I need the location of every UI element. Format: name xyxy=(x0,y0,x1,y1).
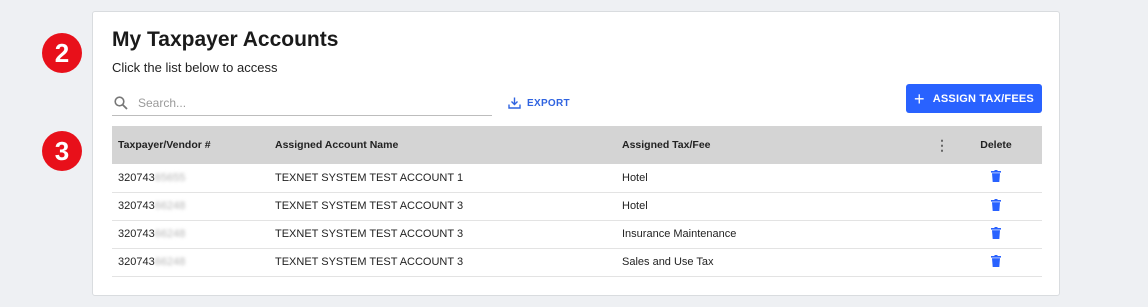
column-header-vendor[interactable]: Taxpayer/Vendor # xyxy=(112,126,269,164)
trash-icon[interactable] xyxy=(991,254,1001,270)
taxpayer-accounts-card: My Taxpayer Accounts Click the list belo… xyxy=(92,11,1060,296)
account-name-cell: TEXNET SYSTEM TEST ACCOUNT 3 xyxy=(275,200,464,212)
trash-icon[interactable] xyxy=(991,198,1001,214)
search-icon xyxy=(114,96,128,110)
vendor-number-cell: 32074365655 xyxy=(112,164,269,192)
account-name-cell: TEXNET SYSTEM TEST ACCOUNT 3 xyxy=(275,228,464,240)
vendor-number-prefix: 320743 xyxy=(118,200,155,212)
vendor-number-cell: 32074366248 xyxy=(112,220,269,248)
vendor-number-prefix: 320743 xyxy=(118,256,155,268)
page-subtitle: Click the list below to access xyxy=(112,60,278,75)
vendor-number-prefix: 320743 xyxy=(118,171,155,184)
vendor-number-masked: 66248 xyxy=(154,256,186,268)
trash-icon[interactable] xyxy=(991,226,1001,242)
delete-cell xyxy=(950,192,1042,220)
vendor-number-cell: 32074366248 xyxy=(112,248,269,276)
tax-fee-cell: Hotel xyxy=(622,200,648,212)
tax-fee-cell: Sales and Use Tax xyxy=(622,256,714,268)
kebab-menu-icon[interactable]: ⋮ xyxy=(934,126,950,164)
trash-icon[interactable] xyxy=(991,170,1001,185)
page-title: My Taxpayer Accounts xyxy=(112,28,339,51)
search-input[interactable] xyxy=(136,95,470,111)
taxpayer-accounts-table: Taxpayer/Vendor # Assigned Account Name … xyxy=(112,126,1042,277)
assign-label: ASSIGN TAX/FEES xyxy=(932,92,1034,105)
vendor-number-prefix: 320743 xyxy=(118,228,155,240)
table-row[interactable]: 32074365655 TEXNET SYSTEM TEST ACCOUNT 1… xyxy=(112,164,1042,192)
export-label: EXPORT xyxy=(527,97,570,109)
table-header-row: Taxpayer/Vendor # Assigned Account Name … xyxy=(112,126,1042,164)
tax-fee-cell: Insurance Maintenance xyxy=(622,228,737,240)
tax-fee-cell: Hotel xyxy=(622,171,648,184)
column-header-account[interactable]: Assigned Account Name xyxy=(269,126,616,164)
account-name-cell: TEXNET SYSTEM TEST ACCOUNT 3 xyxy=(275,256,464,268)
plus-icon: + xyxy=(914,88,925,109)
delete-cell xyxy=(950,164,1042,192)
delete-cell xyxy=(950,248,1042,276)
callout-3: 3 xyxy=(42,131,82,171)
vendor-number-masked: 65655 xyxy=(154,171,186,184)
search-box xyxy=(112,91,492,116)
download-icon xyxy=(508,97,521,109)
spacer-cell xyxy=(934,192,950,220)
column-header-tax[interactable]: Assigned Tax/Fee xyxy=(616,126,934,164)
vendor-number-cell: 32074366248 xyxy=(112,192,269,220)
table-row[interactable]: 32074366248 TEXNET SYSTEM TEST ACCOUNT 3… xyxy=(112,220,1042,248)
account-name-cell: TEXNET SYSTEM TEST ACCOUNT 1 xyxy=(275,171,464,184)
delete-cell xyxy=(950,220,1042,248)
spacer-cell xyxy=(934,164,950,192)
vendor-number-masked: 66248 xyxy=(154,200,186,212)
assign-tax-fees-button[interactable]: + ASSIGN TAX/FEES xyxy=(906,84,1042,113)
export-button[interactable]: EXPORT xyxy=(508,97,570,109)
column-header-delete: Delete xyxy=(980,139,1012,151)
table-row[interactable]: 32074366248 TEXNET SYSTEM TEST ACCOUNT 3… xyxy=(112,192,1042,220)
spacer-cell xyxy=(934,220,950,248)
callout-2: 2 xyxy=(42,33,82,73)
table-row[interactable]: 32074366248 TEXNET SYSTEM TEST ACCOUNT 3… xyxy=(112,248,1042,276)
vendor-number-masked: 66248 xyxy=(154,228,186,240)
spacer-cell xyxy=(934,248,950,276)
